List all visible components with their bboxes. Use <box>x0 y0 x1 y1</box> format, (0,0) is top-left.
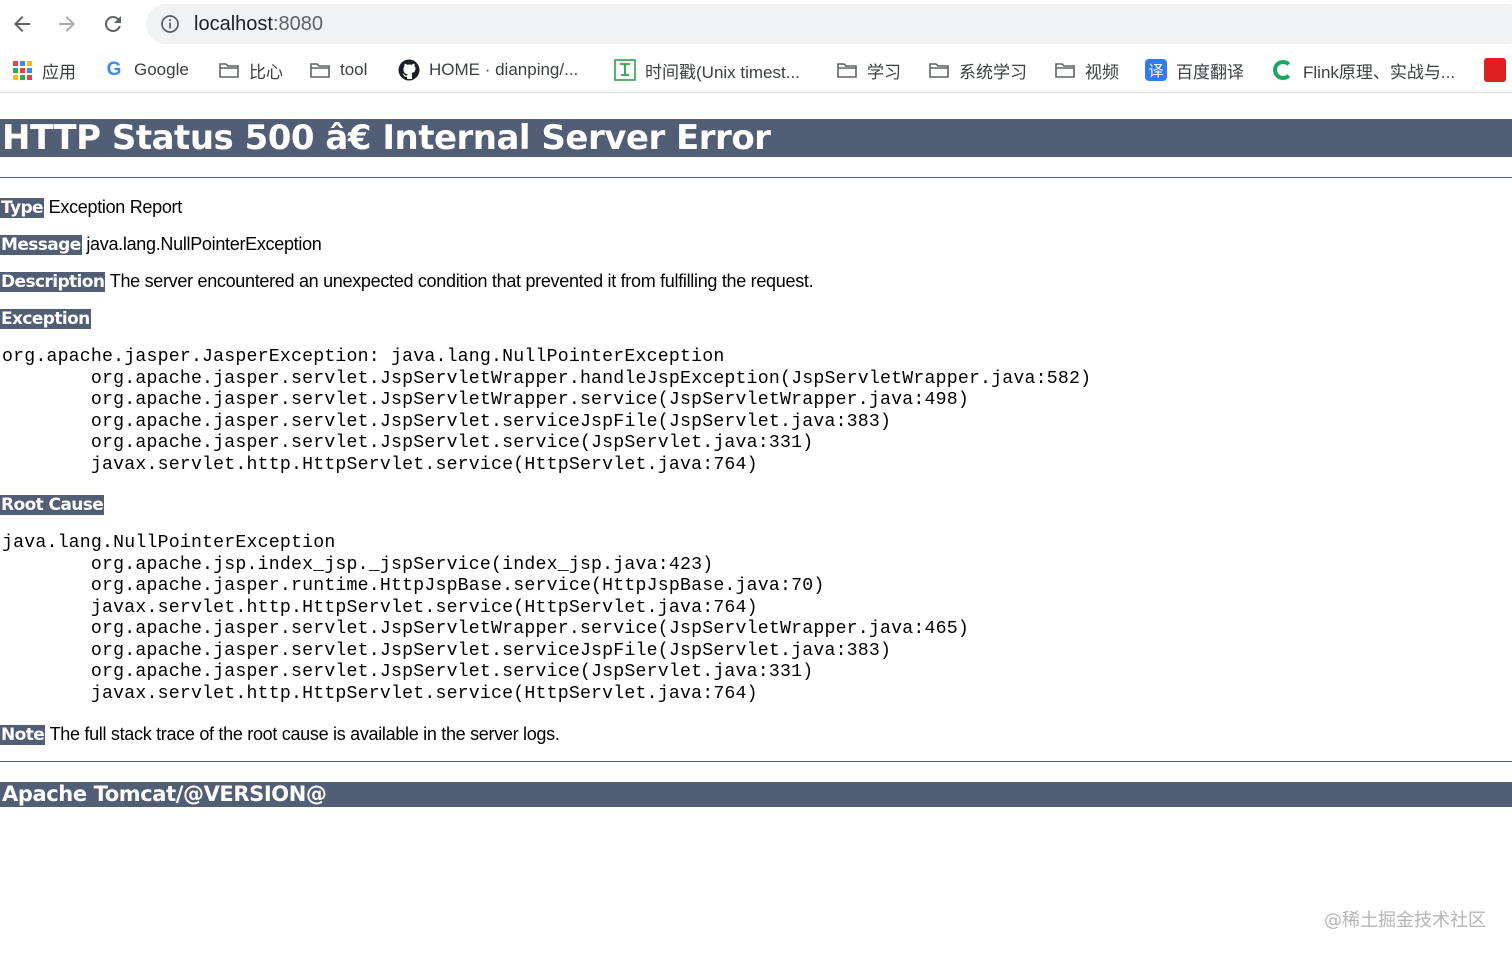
bookmark-flink[interactable]: Flink原理、实战与... <box>1272 57 1455 83</box>
bookmark-label: 系统学习 <box>959 62 1027 82</box>
description-label: Description <box>0 272 106 292</box>
description-value: The server encountered an unexpected con… <box>109 271 814 291</box>
bookmark-label: Flink原理、实战与... <box>1303 62 1456 82</box>
reload-icon <box>104 15 121 32</box>
exception-label: Exception <box>0 309 91 329</box>
root-cause-stack-trace: java.lang.NullPointerException org.apach… <box>2 533 969 704</box>
forward-button[interactable] <box>51 8 83 40</box>
note-value: The full stack trace of the root cause i… <box>49 724 560 744</box>
apps-grid-icon <box>11 59 33 81</box>
bookmark-overflow[interactable] <box>1484 57 1512 83</box>
bookmark-folder-video[interactable]: 视频 <box>1054 57 1119 83</box>
folder-icon <box>928 59 950 81</box>
google-icon: G <box>106 59 122 80</box>
description-row: Description The server encountered an un… <box>0 270 814 293</box>
bookmark-label: 应用 <box>42 62 76 82</box>
back-button[interactable] <box>6 8 38 40</box>
timestamp-icon <box>614 59 636 81</box>
bookmarks-bar: 应用 G Google 比心 tool HOME · dianping/... <box>0 48 1512 93</box>
type-value: Exception Report <box>48 197 183 217</box>
bookmark-baidu-fanyi[interactable]: 译 百度翻译 <box>1145 57 1244 83</box>
red-bookmark-icon <box>1484 58 1506 82</box>
exception-stack-trace: org.apache.jasper.JasperException: java.… <box>2 347 1092 475</box>
forward-arrow-icon <box>59 16 75 32</box>
root-cause-row: Root Cause <box>0 493 105 516</box>
folder-icon <box>836 59 858 81</box>
url-text[interactable]: localhost:8080 <box>194 13 323 36</box>
fanyi-icon: 译 <box>1145 59 1167 81</box>
reload-button[interactable] <box>97 8 129 40</box>
note-label: Note <box>0 725 46 745</box>
type-label: Type <box>0 198 44 218</box>
watermark: @稀土掘金技术社区 <box>1324 910 1486 931</box>
server-footer: Apache Tomcat/@VERSION@ <box>0 782 1512 807</box>
url-host: localhost <box>194 13 273 35</box>
bookmark-label: 百度翻译 <box>1176 62 1244 82</box>
type-row: Type Exception Report <box>0 196 182 219</box>
divider <box>0 761 1512 762</box>
bookmark-label: 时间戳(Unix timest... <box>645 62 800 82</box>
site-info-icon[interactable] <box>160 14 180 34</box>
folder-icon <box>309 59 331 81</box>
bookmark-github-dianping[interactable]: HOME · dianping/... <box>398 57 578 83</box>
bookmark-label: 比心 <box>249 62 283 82</box>
bookmark-timestamp[interactable]: 时间戳(Unix timest... <box>614 57 800 83</box>
bookmark-label: Google <box>134 60 189 79</box>
github-icon <box>398 59 420 81</box>
message-value: java.lang.NullPointerException <box>86 234 322 254</box>
folder-icon <box>218 59 240 81</box>
bookmark-folder-study[interactable]: 学习 <box>836 57 901 83</box>
bookmark-label: tool <box>340 60 368 79</box>
page-title: HTTP Status 500 â€ Internal Server Error <box>0 119 1512 157</box>
browser-toolbar: localhost:8080 <box>0 0 1512 48</box>
message-row: Message java.lang.NullPointerException <box>0 233 322 256</box>
root-cause-label: Root Cause <box>0 495 105 515</box>
folder-icon <box>1054 59 1076 81</box>
url-port: :8080 <box>272 13 323 35</box>
bookmark-apps[interactable]: 应用 <box>11 57 76 83</box>
back-arrow-icon <box>14 16 30 32</box>
bookmark-folder-system-study[interactable]: 系统学习 <box>928 57 1027 83</box>
message-label: Message <box>0 235 82 255</box>
bookmark-label: HOME · dianping/... <box>429 60 579 79</box>
divider <box>0 177 1512 178</box>
bookmark-google[interactable]: G Google <box>103 57 189 83</box>
bookmark-label: 学习 <box>867 62 901 82</box>
note-row: Note The full stack trace of the root ca… <box>0 723 560 746</box>
c-icon <box>1272 59 1294 81</box>
bookmark-label: 视频 <box>1085 62 1119 82</box>
exception-row: Exception <box>0 307 91 330</box>
error-page: HTTP Status 500 â€ Internal Server Error… <box>0 93 1512 953</box>
bookmark-folder-tool[interactable]: tool <box>309 57 367 83</box>
bookmark-folder-bixin[interactable]: 比心 <box>218 57 283 83</box>
address-bar[interactable]: localhost:8080 <box>146 4 1512 44</box>
